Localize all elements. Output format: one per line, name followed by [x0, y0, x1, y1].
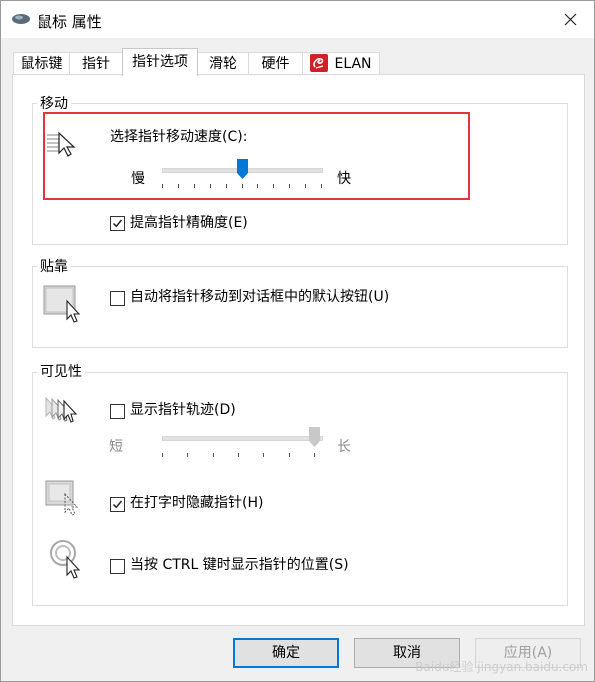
visibility-group-label: 可见性	[37, 364, 85, 380]
slider-tick	[162, 184, 163, 188]
window-title: 鼠标 属性	[37, 13, 102, 31]
show-location-icon	[49, 539, 85, 583]
snapto-label: 自动将指针移动到对话框中的默认按钮(U)	[130, 289, 390, 305]
close-icon	[564, 13, 577, 26]
slider-tick	[210, 184, 211, 188]
slider-tick	[289, 184, 290, 188]
tab-elan[interactable]: ELAN	[302, 52, 380, 75]
tab-label: 指针	[82, 56, 110, 72]
hide-pointer-icon	[45, 480, 83, 522]
check-icon	[112, 219, 123, 228]
tab-label: 鼠标键	[20, 56, 63, 72]
tab-pointer-options[interactable]: 指针选项	[122, 48, 198, 76]
snapto-checkbox[interactable]	[110, 291, 125, 306]
watermark: Baidu经验 jingyan.baidu.com	[415, 660, 588, 674]
long-label: 长	[337, 439, 351, 455]
mouse-icon	[11, 13, 31, 25]
tab-buttons[interactable]: 鼠标键	[13, 52, 70, 75]
slider-tick	[305, 184, 306, 188]
snap-to-icon	[43, 285, 85, 329]
snapto-group-label: 贴靠	[37, 259, 71, 275]
motion-group-label: 移动	[37, 96, 71, 112]
slider-tick	[178, 184, 179, 188]
slider-track[interactable]	[162, 436, 323, 441]
precision-checkbox[interactable]	[110, 216, 125, 231]
ok-button[interactable]: 确定	[233, 638, 339, 668]
check-icon	[112, 500, 123, 509]
tab-label: 指针选项	[132, 54, 188, 70]
tab-label: ELAN	[334, 56, 372, 72]
tab-label: 硬件	[261, 56, 290, 72]
tab-pointers[interactable]: 指针	[69, 52, 123, 75]
pointer-speed-icon	[45, 127, 81, 163]
hide-typing-label: 在打字时隐藏指针(H)	[130, 495, 264, 511]
fast-label: 快	[337, 171, 351, 187]
short-label: 短	[109, 439, 123, 455]
slider-tick	[238, 453, 239, 457]
elan-logo-icon	[310, 54, 329, 72]
slider-tick	[321, 184, 322, 188]
tab-wheel[interactable]: 滑轮	[197, 52, 249, 75]
slider-tick	[257, 184, 258, 188]
slider-tick	[194, 184, 195, 188]
slider-tick	[263, 453, 264, 457]
slider-tick	[162, 453, 163, 457]
tab-label: 滑轮	[209, 56, 237, 72]
slider-thumb[interactable]	[309, 427, 320, 447]
title-bar: 鼠标 属性	[1, 1, 594, 38]
slider-tick	[187, 453, 188, 457]
hide-typing-checkbox[interactable]	[110, 497, 125, 512]
ctrl-location-checkbox[interactable]	[110, 559, 125, 574]
slider-tick	[213, 453, 214, 457]
slow-label: 慢	[131, 171, 145, 187]
trails-label: 显示指针轨迹(D)	[130, 402, 236, 418]
trails-checkbox[interactable]	[110, 404, 125, 419]
ctrl-location-label: 当按 CTRL 键时显示指针的位置(S)	[130, 557, 349, 573]
slider-tick	[226, 184, 227, 188]
pointer-trails-icon	[43, 394, 83, 434]
mouse-properties-dialog: 鼠标 属性 鼠标键 指针 指针选项 滑轮 硬件 ELAN 移动 选择指针移动速度…	[0, 0, 595, 682]
slider-tick	[314, 453, 315, 457]
precision-label: 提高指针精确度(E)	[130, 215, 248, 231]
slider-tick	[289, 453, 290, 457]
slider-tick	[273, 184, 274, 188]
close-button[interactable]	[548, 1, 594, 38]
speed-label: 选择指针移动速度(C):	[110, 129, 248, 145]
slider-thumb[interactable]	[237, 159, 248, 179]
tab-hardware[interactable]: 硬件	[248, 52, 303, 75]
snapto-group	[32, 266, 568, 348]
slider-tick	[242, 184, 243, 188]
